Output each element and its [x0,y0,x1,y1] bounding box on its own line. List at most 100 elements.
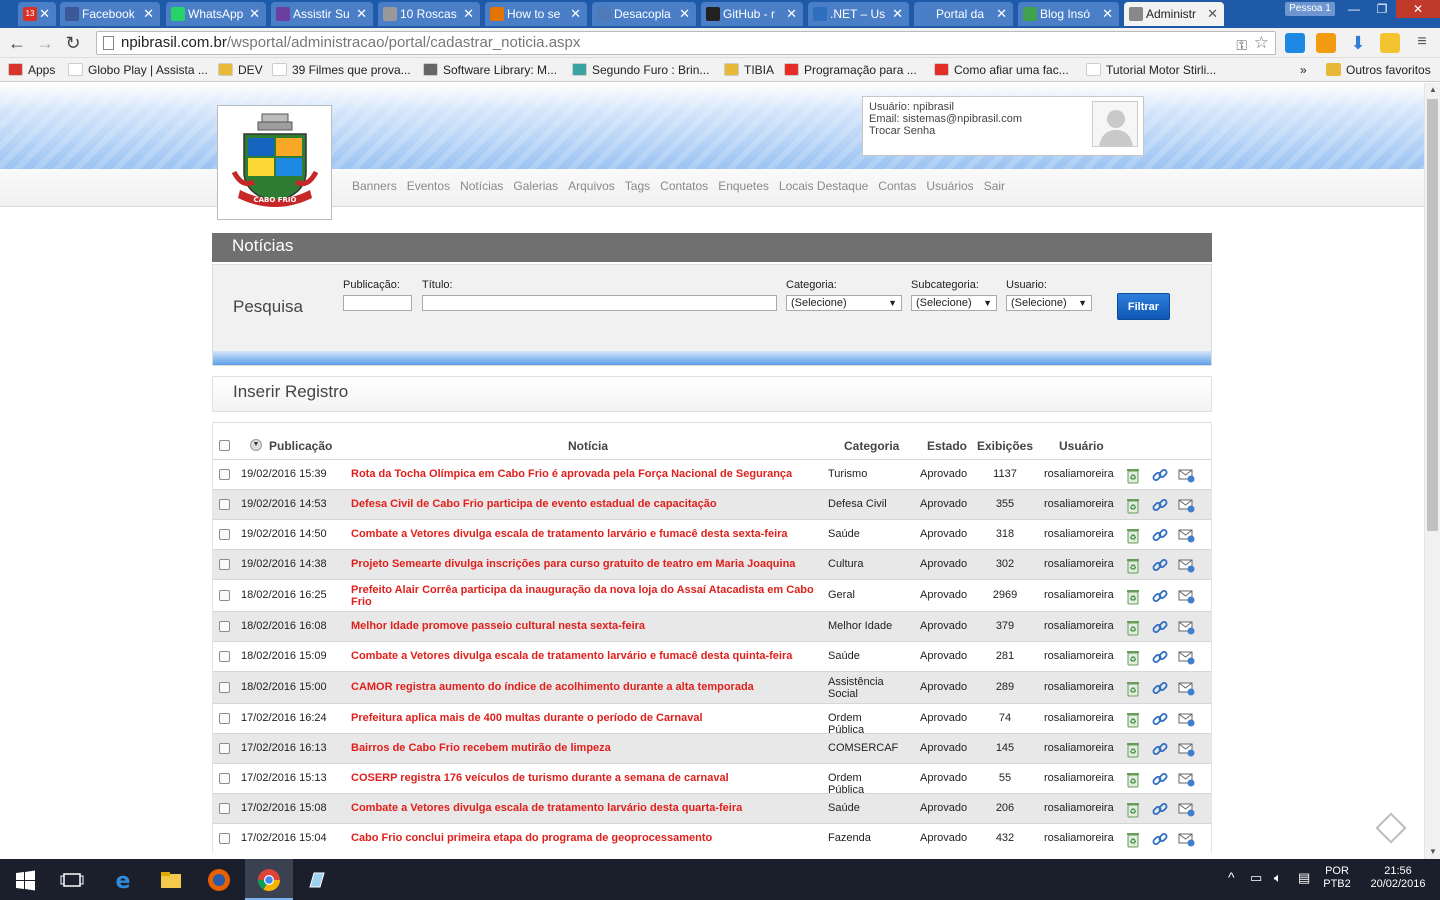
browser-tab[interactable]: Administr ✕ [1124,2,1224,26]
profile-button[interactable]: Pessoa 1 [1285,2,1335,16]
recycle-icon[interactable]: ♻ [1124,618,1142,636]
scroll-up-icon[interactable]: ▲ [1425,83,1440,97]
email-share-icon[interactable] [1177,770,1195,788]
email-share-icon[interactable] [1177,587,1195,605]
close-tab-icon[interactable]: ✕ [892,2,903,26]
row-checkbox[interactable] [219,682,230,693]
forward-icon[interactable]: → [34,32,56,54]
bookmark-item[interactable]: DEV [218,62,263,78]
email-share-icon[interactable] [1177,496,1195,514]
bookmark-star-icon[interactable]: ☆ [1254,32,1269,54]
firefox-icon[interactable] [204,865,234,895]
close-tab-icon[interactable]: ✕ [570,2,581,26]
email-share-icon[interactable] [1177,740,1195,758]
email-share-icon[interactable] [1177,648,1195,666]
row-title-link[interactable]: Projeto Semearte divulga inscrições para… [351,558,821,570]
recycle-icon[interactable]: ♻ [1124,587,1142,605]
back-icon[interactable]: ← [6,32,28,54]
browser-tab[interactable]: Blog Insó ✕ [1018,2,1119,26]
recycle-icon[interactable]: ♻ [1124,648,1142,666]
row-title-link[interactable]: Cabo Frio conclui primeira etapa do prog… [351,832,821,844]
browser-menu-icon[interactable]: ≡ [1412,33,1432,53]
close-tab-icon[interactable]: ✕ [143,2,154,26]
sort-desc-icon[interactable]: ▼ [250,439,262,451]
extension-badge-icon[interactable] [1380,33,1400,53]
publicacao-input[interactable] [343,295,412,311]
reload-icon[interactable]: ↻ [62,32,84,54]
row-title-link[interactable]: Prefeito Alair Corrêa participa da inaug… [351,584,821,608]
titulo-input[interactable] [422,295,777,311]
bookmark-item[interactable]: 39 Filmes que prova... [272,62,411,78]
close-tab-icon[interactable]: ✕ [249,2,260,26]
extension-grid-icon[interactable] [1285,33,1305,53]
select-all-checkbox[interactable] [219,440,230,451]
key-icon[interactable]: ⚿ [1236,34,1247,56]
menu-item[interactable]: Arquivos [568,179,615,193]
link-icon[interactable] [1151,556,1169,574]
scroll-thumb[interactable] [1427,99,1438,531]
recycle-icon[interactable]: ♻ [1124,679,1142,697]
row-title-link[interactable]: CAMOR registra aumento do índice de acol… [351,681,821,693]
bookmarks-more[interactable]: » [1300,62,1307,78]
header-exibicoes[interactable]: Exibições [977,439,1033,453]
filter-button[interactable]: Filtrar [1117,293,1170,320]
windows-start-icon[interactable] [10,865,40,895]
recycle-icon[interactable]: ♻ [1124,740,1142,758]
edge-icon[interactable]: e [108,865,138,895]
notifications-icon[interactable]: ▤ [1298,871,1310,884]
tray-chevron-icon[interactable]: ^ [1228,870,1235,884]
row-title-link[interactable]: Defesa Civil de Cabo Frio participa de e… [351,498,821,510]
extension-download-icon[interactable]: ⬇ [1348,33,1368,53]
browser-tab[interactable]: 10 Roscas ✕ [378,2,480,26]
page-scrollbar[interactable]: ▲ ▼ [1424,83,1440,859]
link-icon[interactable] [1151,770,1169,788]
recycle-icon[interactable]: ♻ [1124,830,1142,848]
row-checkbox[interactable] [219,529,230,540]
bookmark-item[interactable]: Segundo Furo : Brin... [572,62,709,78]
email-share-icon[interactable] [1177,800,1195,818]
scroll-down-icon[interactable]: ▼ [1425,845,1440,859]
task-view-icon[interactable] [57,865,87,895]
row-title-link[interactable]: Bairros de Cabo Frio recebem mutirão de … [351,742,821,754]
bookmark-item[interactable]: Globo Play | Assista ... [68,62,208,78]
language-indicator[interactable]: POR PTB2 [1322,865,1352,891]
menu-item[interactable]: Notícias [460,179,503,193]
recycle-icon[interactable]: ♻ [1124,466,1142,484]
bookmark-item[interactable]: Apps [8,62,55,78]
row-title-link[interactable]: COSERP registra 176 veículos de turismo … [351,772,821,784]
row-checkbox[interactable] [219,590,230,601]
browser-tab[interactable]: How to se ✕ [485,2,587,26]
link-icon[interactable] [1151,710,1169,728]
other-bookmarks[interactable]: Outros favoritos [1326,62,1431,78]
volume-icon[interactable]: 🔈︎ [1274,871,1282,884]
close-tab-icon[interactable]: ✕ [463,2,474,26]
menu-item[interactable]: Banners [352,179,397,193]
app-icon[interactable] [302,865,332,895]
browser-tab[interactable]: Assistir Su ✕ [271,2,373,26]
bookmark-item[interactable]: Programação para ... [784,62,917,78]
row-title-link[interactable]: Rota da Tocha Olímpica em Cabo Frio é ap… [351,468,821,480]
link-icon[interactable] [1151,800,1169,818]
insert-record-button[interactable]: Inserir Registro [212,376,1212,412]
menu-item[interactable]: Usuários [926,179,973,193]
close-tab-icon[interactable]: ✕ [1102,2,1113,26]
bookmark-item[interactable]: Tutorial Motor Stirli... [1086,62,1216,78]
menu-item[interactable]: Sair [984,179,1005,193]
link-icon[interactable] [1151,740,1169,758]
header-publicacao[interactable]: Publicação [269,439,332,453]
row-checkbox[interactable] [219,743,230,754]
address-bar[interactable]: npibrasil.com.br/wsportal/administracao/… [96,31,1276,55]
link-icon[interactable] [1151,679,1169,697]
close-window-icon[interactable]: ✕ [1396,0,1440,18]
close-tab-icon[interactable]: ✕ [996,2,1007,26]
row-checkbox[interactable] [219,499,230,510]
recycle-icon[interactable]: ♻ [1124,556,1142,574]
close-tab-icon[interactable]: ✕ [679,2,690,26]
header-estado[interactable]: Estado [927,439,967,453]
email-share-icon[interactable] [1177,466,1195,484]
bookmark-item[interactable]: Software Library: M... [423,62,557,78]
row-checkbox[interactable] [219,773,230,784]
row-title-link[interactable]: Melhor Idade promove passeio cultural ne… [351,620,821,632]
clock[interactable]: 21:56 20/02/2016 [1364,865,1432,891]
logo[interactable]: CABO FRIO [217,105,332,220]
